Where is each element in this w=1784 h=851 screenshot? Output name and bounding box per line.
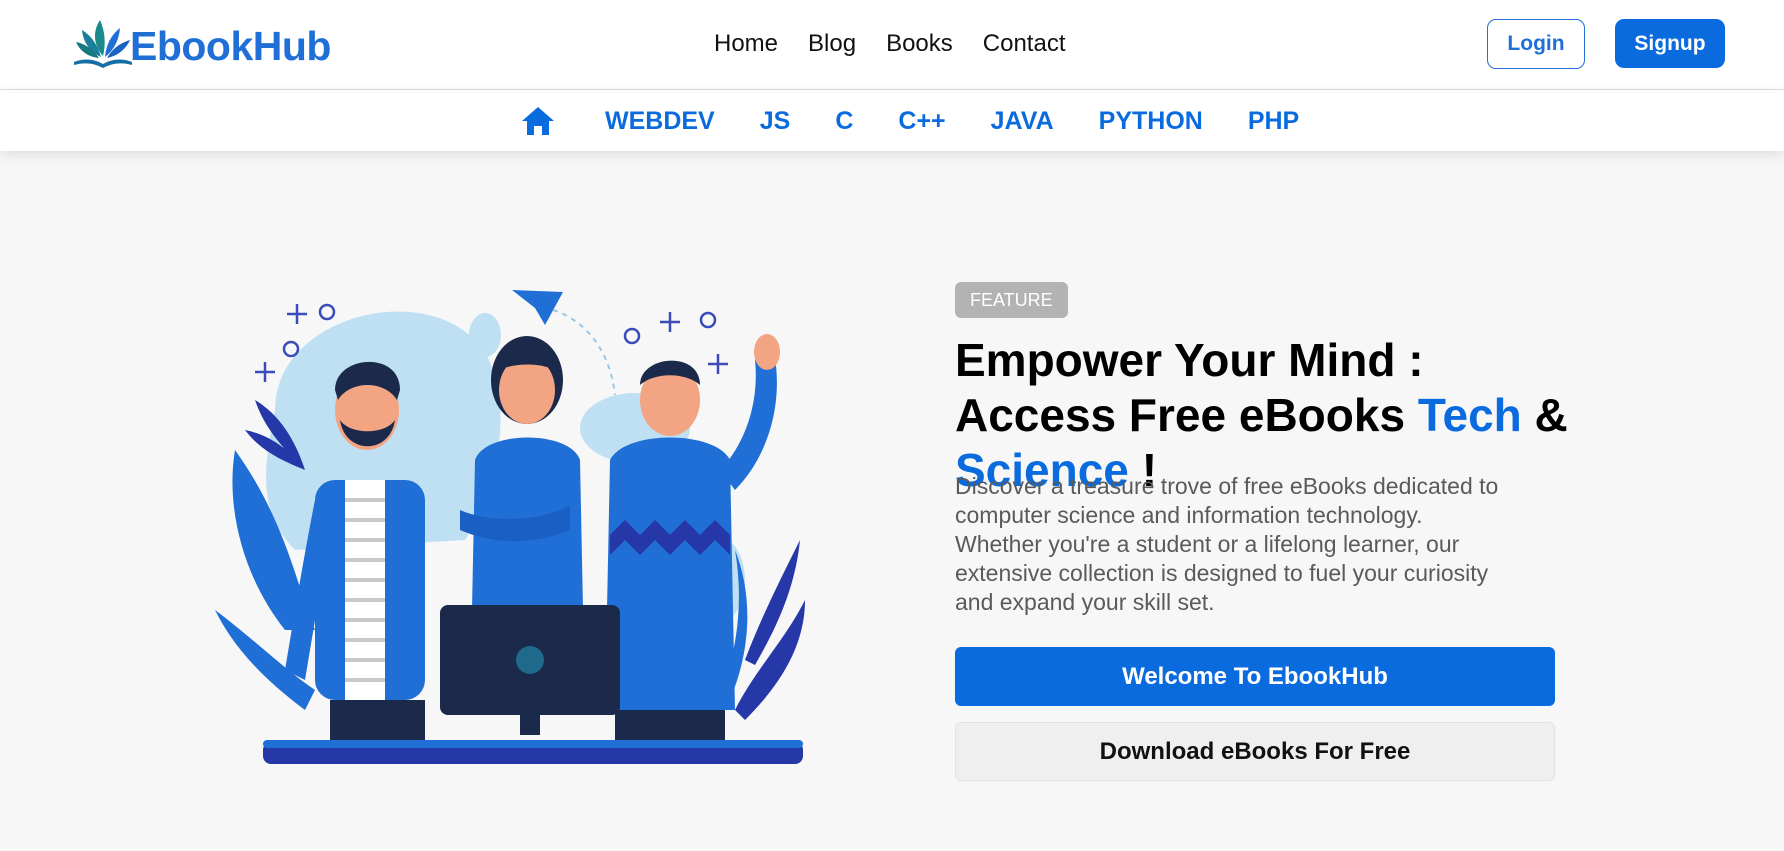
category-webdev[interactable]: WEBDEV — [605, 107, 715, 136]
signup-button[interactable]: Signup — [1615, 19, 1725, 68]
category-c[interactable]: C — [835, 107, 853, 136]
nav-link-contact[interactable]: Contact — [983, 30, 1066, 58]
top-navbar: EbookHub Home Blog Books Contact Login S… — [0, 0, 1784, 90]
nav-link-books[interactable]: Books — [886, 30, 953, 58]
welcome-button[interactable]: Welcome To EbookHub — [955, 647, 1555, 706]
category-python[interactable]: PYTHON — [1099, 107, 1203, 136]
category-bar: WEBDEV JS C C++ JAVA PYTHON PHP — [0, 90, 1784, 151]
category-cpp[interactable]: C++ — [898, 107, 945, 136]
headline-main: Empower Your Mind : Access Free eBooks — [955, 334, 1424, 441]
hero-illustration — [215, 290, 805, 764]
brand-name: EbookHub — [130, 22, 331, 69]
headline-accent-tech: Tech — [1417, 389, 1522, 441]
main-nav: Home Blog Books Contact — [714, 30, 1066, 58]
login-button[interactable]: Login — [1487, 19, 1585, 69]
hero-description: Discover a treasure trove of free eBooks… — [955, 473, 1499, 615]
category-nav: WEBDEV JS C C++ JAVA PYTHON PHP — [605, 107, 1344, 136]
nav-link-home[interactable]: Home — [714, 30, 778, 58]
feature-badge: FEATURE — [955, 282, 1068, 318]
brand-logo[interactable]: EbookHub — [70, 14, 331, 74]
category-php[interactable]: PHP — [1248, 107, 1299, 136]
leaf-book-icon — [74, 20, 132, 68]
nav-link-blog[interactable]: Blog — [808, 30, 856, 58]
download-ebooks-button[interactable]: Download eBooks For Free — [955, 722, 1555, 781]
category-java[interactable]: JAVA — [991, 107, 1054, 136]
category-js[interactable]: JS — [760, 107, 791, 136]
headline-ampersand: & — [1534, 389, 1568, 441]
home-icon[interactable] — [521, 106, 555, 136]
